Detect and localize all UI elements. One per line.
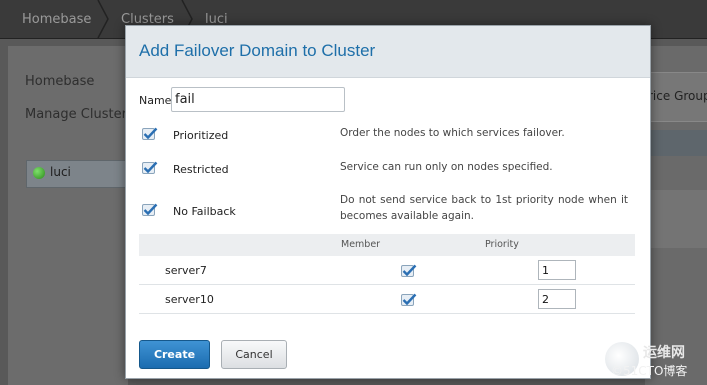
node-name: server7 [165,264,207,277]
priority-input[interactable] [538,260,576,280]
tab-service-groups[interactable]: rice Group [648,89,707,103]
status-online-icon [33,167,45,179]
cancel-button[interactable]: Cancel [221,340,287,369]
sidebar-item-manage-clusters[interactable]: Manage Clusters [25,107,134,122]
breadcrumb-separator-icon [96,0,110,38]
section-header [645,130,707,156]
restricted-label: Restricted [173,163,229,176]
add-failover-domain-dialog: Add Failover Domain to Cluster Name Prio… [125,25,651,379]
watermark: 运维网 ©51CTO博客 [603,340,707,385]
create-button[interactable]: Create [139,340,210,369]
prioritized-label: Prioritized [173,129,229,142]
member-column-header: Member [341,239,381,250]
watermark-site-name: 运维网 [643,345,685,361]
breadcrumb-homebase[interactable]: Homebase [22,0,91,38]
no-failback-description: Do not send service back to 1st priority… [340,194,628,222]
node-name: server10 [165,293,214,306]
restricted-checkbox[interactable] [142,160,158,174]
member-checkbox[interactable] [401,263,417,277]
name-input[interactable] [171,87,345,112]
dialog-header: Add Failover Domain to Cluster [126,26,650,78]
sidebar-item-homebase[interactable]: Homebase [25,74,94,89]
table-row: server10 [139,285,635,314]
no-failback-label: No Failback [173,205,236,218]
watermark-copyright: ©51CTO博客 [611,364,688,378]
priority-column-header: Priority [485,239,519,250]
dialog-title: Add Failover Domain to Cluster [139,41,376,60]
cluster-name: luci [50,165,71,179]
cluster-list-item[interactable]: luci [26,160,128,188]
member-checkbox[interactable] [401,292,417,306]
left-nav-panel [8,46,128,385]
content-area [645,190,707,248]
table-row: server7 [139,256,635,285]
prioritized-description: Order the nodes to which services failov… [340,127,565,139]
members-table-header: Member Priority [139,234,635,256]
priority-input[interactable] [538,289,576,309]
name-label: Name [139,94,172,107]
restricted-description: Service can run only on nodes specified. [340,161,553,173]
no-failback-checkbox[interactable] [142,202,158,216]
prioritized-checkbox[interactable] [142,126,158,140]
